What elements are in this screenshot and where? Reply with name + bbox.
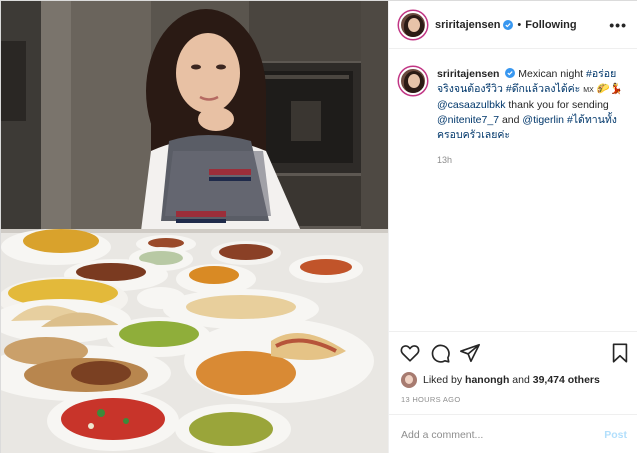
mx-label: MX — [583, 87, 594, 94]
share-icon[interactable] — [459, 342, 481, 364]
post-comment-button[interactable]: Post — [604, 429, 627, 441]
caption-area: sriritajensen Mexican night #อร่อยจริงจน… — [389, 57, 637, 168]
heart-icon[interactable] — [399, 342, 421, 364]
likes-count-link[interactable]: 39,474 others — [533, 374, 600, 386]
mention-link[interactable]: @casaazulbkk — [437, 99, 505, 111]
post-header: sriritajensen • Following ••• — [389, 1, 637, 49]
header-username[interactable]: sriritajensen — [435, 19, 500, 31]
mention-link[interactable]: @nitenite7_7 — [437, 114, 499, 126]
caption-verified-badge-icon — [505, 68, 516, 78]
caption-and: and — [501, 114, 520, 126]
caption-thanks: thank you for sending — [508, 99, 609, 111]
post-actions-area: Liked by hanongh and 39,474 others 13 HO… — [389, 331, 637, 453]
likes-and: and — [512, 374, 530, 386]
person-emoji-icon: 💃 — [609, 83, 623, 95]
likes-summary: Liked by hanongh and 39,474 others — [401, 372, 600, 388]
caption-time: 13h — [437, 155, 453, 165]
header-separator: • — [517, 18, 522, 31]
mention-link[interactable]: @tigerlin — [522, 114, 564, 126]
comment-icon[interactable] — [429, 342, 451, 364]
post-caption: sriritajensen Mexican night #อร่อยจริงจน… — [437, 67, 629, 168]
likes-prefix: Liked by — [423, 374, 463, 386]
instagram-post-modal: sriritajensen • Following ••• sriritajen… — [0, 0, 637, 453]
liker-username[interactable]: hanongh — [465, 374, 509, 386]
caption-intro: Mexican night — [518, 68, 584, 80]
caption-username[interactable]: sriritajensen — [437, 68, 499, 80]
comment-input[interactable] — [401, 428, 605, 441]
liker-avatar[interactable] — [401, 372, 417, 388]
bookmark-icon[interactable] — [609, 342, 631, 364]
caption-avatar[interactable] — [399, 67, 427, 95]
profile-avatar[interactable] — [399, 10, 427, 39]
post-side-panel: sriritajensen • Following ••• sriritajen… — [388, 1, 637, 453]
post-timestamp[interactable]: 13 HOURS AGO — [401, 395, 460, 404]
photo-illustration — [1, 1, 388, 453]
verified-badge-icon — [503, 19, 514, 30]
taco-emoji-icon: 🌮 — [596, 83, 610, 95]
more-horizontal-icon[interactable]: ••• — [609, 17, 627, 33]
post-photo[interactable] — [1, 1, 388, 453]
action-icons-row — [399, 342, 631, 366]
comment-form: Post — [389, 414, 637, 453]
hashtag-link[interactable]: #ดึกแล้วลงได้ค่ะ — [506, 83, 580, 95]
following-button[interactable]: Following — [525, 19, 576, 31]
